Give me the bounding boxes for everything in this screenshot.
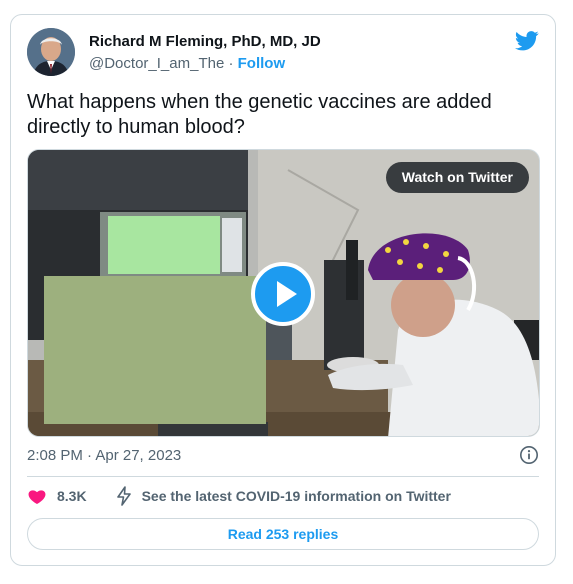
- video-thumbnail[interactable]: Watch on Twitter: [27, 149, 540, 437]
- lightning-bolt-icon[interactable]: [115, 486, 133, 506]
- play-button[interactable]: [251, 262, 315, 326]
- covid-info-link[interactable]: See the latest COVID-19 information on T…: [142, 488, 451, 504]
- twitter-bird-icon[interactable]: [515, 31, 539, 51]
- avatar[interactable]: [27, 28, 75, 76]
- follow-link[interactable]: Follow: [238, 55, 286, 72]
- tweet-timestamp[interactable]: 2:08 PM · Apr 27, 2023: [27, 447, 181, 465]
- tweet-text: What happens when the genetic vaccines a…: [27, 91, 492, 138]
- divider: [27, 476, 539, 477]
- action-bar: 8.3K See the latest COVID-19 information…: [27, 485, 451, 507]
- read-replies-button[interactable]: Read 253 replies: [27, 518, 539, 550]
- author-handle[interactable]: @Doctor_I_am_The: [89, 55, 224, 72]
- like-count[interactable]: 8.3K: [57, 488, 87, 504]
- author-handle-row: @Doctor_I_am_The · Follow: [89, 55, 285, 73]
- info-icon[interactable]: [519, 445, 539, 465]
- heart-icon[interactable]: [27, 486, 47, 506]
- watch-on-twitter-button[interactable]: Watch on Twitter: [385, 162, 529, 193]
- play-icon: [277, 281, 297, 307]
- author-name[interactable]: Richard M Fleming, PhD, MD, JD: [89, 33, 321, 51]
- separator-dot: ·: [224, 55, 238, 72]
- tweet-card: Richard M Fleming, PhD, MD, JD @Doctor_I…: [10, 14, 556, 566]
